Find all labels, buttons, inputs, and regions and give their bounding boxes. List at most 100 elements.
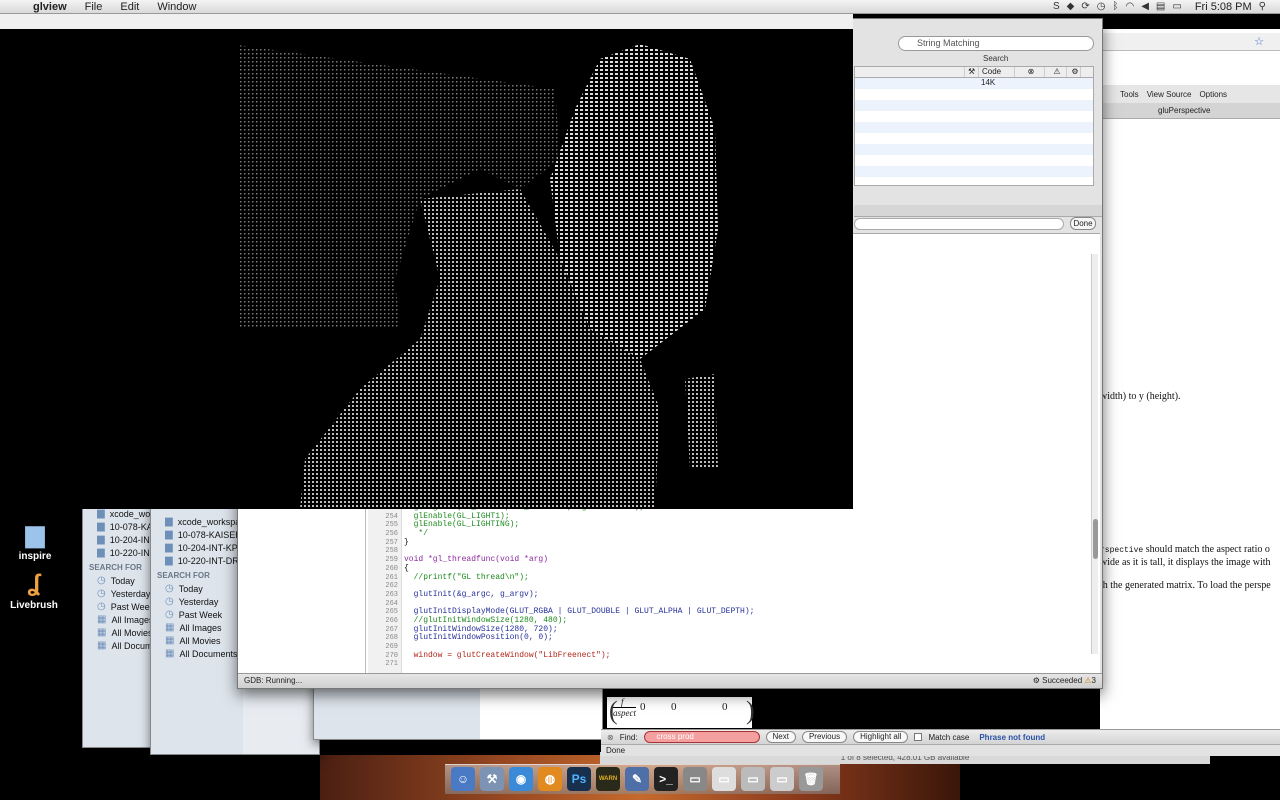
line-number: 259 [385,556,398,565]
table-row[interactable] [855,111,1093,122]
editor-scrollbar[interactable] [1091,254,1098,654]
options-menu[interactable]: Options [1199,90,1227,99]
line-number: 264 [385,599,398,608]
finder-dock-icon[interactable]: ☺ [451,767,475,791]
bluetooth-icon[interactable]: ᛒ [1112,1,1118,12]
firefox-dock-icon[interactable]: ◍ [538,767,562,791]
facetime-dock-icon[interactable]: ◉ [509,767,533,791]
wifi-icon[interactable]: ◠ [1125,1,1134,12]
search-input[interactable]: String Matching [898,36,1094,51]
filter-input[interactable] [854,218,1064,230]
table-col[interactable] [855,67,965,77]
xcode-dock-icon[interactable]: ⚒ [480,767,504,791]
instruments-dock-icon[interactable]: ✎ [625,767,649,791]
finder-sidebar: ▆ xcode_workspace ▆ 10-078-KAISER ▆ 10-204-… [151,501,243,754]
sidebar-search-item[interactable]: ▦ All Documents [165,647,243,660]
desktop-icon-livebrush[interactable]: ʆ Livebrush [4,570,64,611]
flag-icon[interactable]: ▤ [1156,1,1165,12]
code-line[interactable]: 270 window = glutCreateWindow("LibFreene… [385,651,1084,661]
highlight-all-button[interactable]: Highlight all [853,731,909,743]
line-number: 262 [385,582,398,591]
window-dock-icon[interactable]: ▭ [683,767,707,791]
menu-app-name[interactable]: glview [24,0,76,14]
sidebar-item[interactable]: ▆ xcode_workspace [165,515,243,528]
clock-icon: ◷ [97,601,106,612]
code-line[interactable]: 263 glutInit(&g_argc, g_argv); [385,590,1084,600]
gl-render-view[interactable] [0,29,853,509]
match-case-checkbox[interactable] [914,733,923,741]
smart-folder-icon: ▦ [97,614,107,625]
done-button[interactable]: Done [1070,217,1096,230]
scrollbar-thumb[interactable] [1093,519,1098,559]
sidebar-search-item[interactable]: ◷ Today [165,582,243,595]
code-text[interactable]: 253 glLightfv(GL_LIGHT1, GL_POSITION,Lig… [385,503,1084,669]
close-icon[interactable]: ⊗ [607,733,614,742]
table-row[interactable] [855,100,1093,111]
window-dock-icon[interactable]: ▭ [712,767,736,791]
code-line[interactable]: 268 glutInitWindowPosition(0, 0); [385,633,1084,643]
url-bar[interactable]: ☆ [1100,33,1280,51]
doc-text-line: rspective should match the aspect ratio … [1100,544,1270,555]
sidebar-search-item[interactable]: ▦ All Movies [165,634,243,647]
terminal-dock-icon[interactable]: >_ [654,767,678,791]
menu-file[interactable]: File [76,0,112,14]
code-line[interactable]: 271 [385,660,1084,669]
find-previous-button[interactable]: Previous [801,731,848,743]
table-col-code[interactable]: Code [979,67,1015,77]
battery-icon[interactable]: ▭ [1172,1,1181,12]
desktop-icon-inspire[interactable]: ▆ inspire [5,520,65,562]
dropbox-icon[interactable]: ◆ [1067,1,1075,12]
menu-clock[interactable]: Fri 5:08 PM [1195,1,1252,13]
menu-edit[interactable]: Edit [111,0,148,14]
error-col-icon[interactable]: ⊗ [1015,67,1045,77]
volume-icon[interactable]: ◀ [1141,1,1149,12]
sidebar-item[interactable]: ▆ 10-220-INT-DRL [165,554,243,567]
find-next-button[interactable]: Next [765,731,796,743]
sync-icon[interactable]: ⟳ [1081,1,1089,12]
matrix-cell: 0 [671,701,677,713]
table-row[interactable]: 14K [855,78,1093,89]
code-text-line: } [404,537,409,547]
settings-col-icon[interactable]: ⚙ [1067,67,1081,77]
gl-window-titlebar[interactable] [0,14,853,29]
sidebar-search-item[interactable]: ◷ Yesterday [165,595,243,608]
find-input[interactable]: cross prod [643,731,760,743]
sidebar-item[interactable]: ▆ 10-078-KAISER [165,528,243,541]
table-row[interactable] [855,166,1093,177]
code-line[interactable]: 257} [385,537,1084,548]
console-dock-icon[interactable]: WARN [596,767,620,791]
menu-window[interactable]: Window [148,0,205,14]
window-dock-icon[interactable]: ▭ [741,767,765,791]
search-label: Search [983,54,1009,63]
spotlight-icon[interactable]: ⚲ [1259,1,1266,12]
table-row[interactable] [855,89,1093,100]
skype-icon[interactable]: S [1053,1,1060,12]
bookmark-star-icon[interactable]: ☆ [1254,35,1264,48]
hammer-icon[interactable]: ⚒ [965,67,979,77]
table-row[interactable] [855,144,1093,155]
time-machine-icon[interactable]: ◷ [1097,1,1106,12]
warning-col-icon[interactable]: ⚠ [1045,67,1067,77]
matrix-cell: 0 [640,701,646,713]
sidebar-search-item[interactable]: ◷ Past Week [165,608,243,621]
sidebar-search-item[interactable]: ▦ All Images [165,621,243,634]
window-dock-icon[interactable]: ▭ [770,767,794,791]
table-row[interactable] [855,155,1093,166]
table-row[interactable] [855,133,1093,144]
doc-matrix: ( f aspect 0 0 0 ) [607,697,755,728]
photoshop-dock-icon[interactable]: Ps [567,767,591,791]
tab-glu-perspective[interactable]: gluPerspective [1100,103,1280,119]
doc-text-line: width) to y (height). [1100,391,1181,402]
code-line[interactable]: 255 glEnable(GL_LIGHTING); [385,521,1084,530]
code-line[interactable]: 256 */ [385,529,1084,539]
line-number: 260 [385,564,398,573]
trash-dock-icon[interactable]: 🗑 [799,767,823,791]
sidebar-item[interactable]: ▆ 10-204-INT-KP_ [165,541,243,554]
tools-menu[interactable]: Tools [1120,90,1139,99]
code-text-line: void *gl_threadfunc(void *arg) [404,555,549,565]
table-row[interactable] [855,122,1093,133]
view-source-menu[interactable]: View Source [1147,90,1192,99]
code-text-line: glutInitWindowPosition(0, 0); [404,633,553,643]
code-line[interactable]: 261 //printf("GL thread\n"); [385,573,1084,583]
code-line[interactable]: 259 void *gl_threadfunc(void *arg) [385,555,1084,565]
